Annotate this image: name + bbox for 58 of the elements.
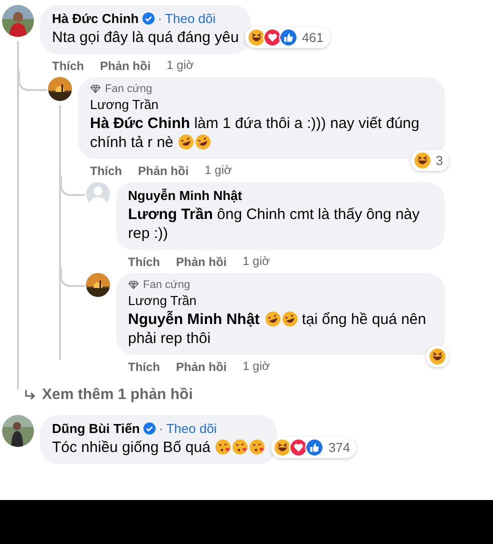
like-button[interactable]: Thích	[90, 163, 122, 178]
author-name[interactable]: Nguyễn Minh Nhật	[128, 188, 242, 203]
kissing-face-icon	[215, 439, 232, 455]
reaction-summary[interactable]: 3	[410, 150, 449, 171]
avatar[interactable]	[48, 77, 72, 101]
badge-label: Fan cứng	[143, 279, 190, 291]
follow-link[interactable]: Theo dõi	[165, 11, 216, 26]
timestamp: 1 giờ	[242, 254, 270, 269]
comment-text: Hà Đức Chinh làm 1 đứa thôi a :))) nay viết đúng chính tả r nè	[90, 114, 420, 152]
reaction-summary[interactable]: 461	[244, 27, 330, 48]
author-name[interactable]: Lương Trần	[90, 97, 159, 112]
reaction-summary[interactable]: 374	[271, 437, 356, 458]
author-name[interactable]: Lương Trần	[128, 293, 197, 308]
mention-link[interactable]: Hà Đức Chinh	[90, 115, 190, 132]
author-name[interactable]: Dũng Bùi Tiến	[52, 421, 140, 436]
separator-dot: ·	[158, 421, 164, 436]
thumbs-up-icon	[280, 29, 297, 46]
badge-label: Fan cứng	[105, 83, 152, 95]
separator-dot: ·	[158, 11, 162, 26]
like-button[interactable]: Thích	[128, 254, 160, 269]
thumbs-up-icon	[306, 439, 324, 456]
author-name[interactable]: Hà Đức Chinh	[52, 11, 139, 26]
timestamp: 1 giờ	[204, 163, 232, 178]
kissing-face-icon	[232, 439, 248, 455]
diamond-icon	[128, 280, 139, 290]
laughing-tears-icon	[264, 311, 281, 327]
avatar[interactable]	[2, 415, 34, 447]
comment-text: Lương Trần ông Chinh cmt là thấy ông này rep :))	[128, 205, 421, 243]
kissing-face-icon	[249, 439, 266, 455]
reply-button[interactable]: Phản hồi	[176, 254, 227, 269]
laughing-tears-icon	[282, 311, 298, 327]
reply-button[interactable]: Phản hồi	[138, 163, 189, 178]
reply-arrow-icon	[24, 388, 36, 400]
like-button[interactable]: Thích	[52, 58, 84, 73]
follow-link[interactable]: Theo dõi	[166, 421, 217, 436]
laughing-tears-icon	[195, 134, 212, 150]
reaction-count: 3	[436, 153, 443, 168]
timestamp: 1 giờ	[242, 359, 270, 374]
laughing-face-icon	[274, 439, 292, 456]
reply-button[interactable]: Phản hồi	[176, 359, 227, 374]
diamond-icon	[90, 84, 101, 94]
laughing-face-icon	[414, 152, 431, 169]
reaction-count: 461	[302, 30, 324, 45]
reaction-count: 374	[328, 440, 350, 455]
comment-text: Nta gọi đây là quá đáng yêu	[52, 28, 239, 47]
reaction-summary[interactable]	[426, 346, 449, 367]
mention-link[interactable]: Lương Trần	[128, 206, 213, 223]
laughing-face-icon	[248, 29, 265, 46]
like-button[interactable]: Thích	[128, 359, 160, 374]
comment-text: Nguyễn Minh Nhật tại ổng hề quá nên phải rep thôi	[128, 310, 428, 348]
mention-link[interactable]: Nguyễn Minh Nhật	[128, 311, 260, 328]
laughing-tears-icon	[178, 134, 194, 150]
timestamp: 1 giờ	[166, 58, 194, 73]
avatar[interactable]	[86, 273, 110, 297]
comment-text: Tóc nhiều giống Bố quá	[52, 438, 266, 457]
reply-button[interactable]: Phản hồi	[100, 58, 151, 73]
laughing-face-icon	[429, 348, 446, 365]
more-replies-link[interactable]: Xem thêm 1 phản hồi	[24, 386, 193, 403]
